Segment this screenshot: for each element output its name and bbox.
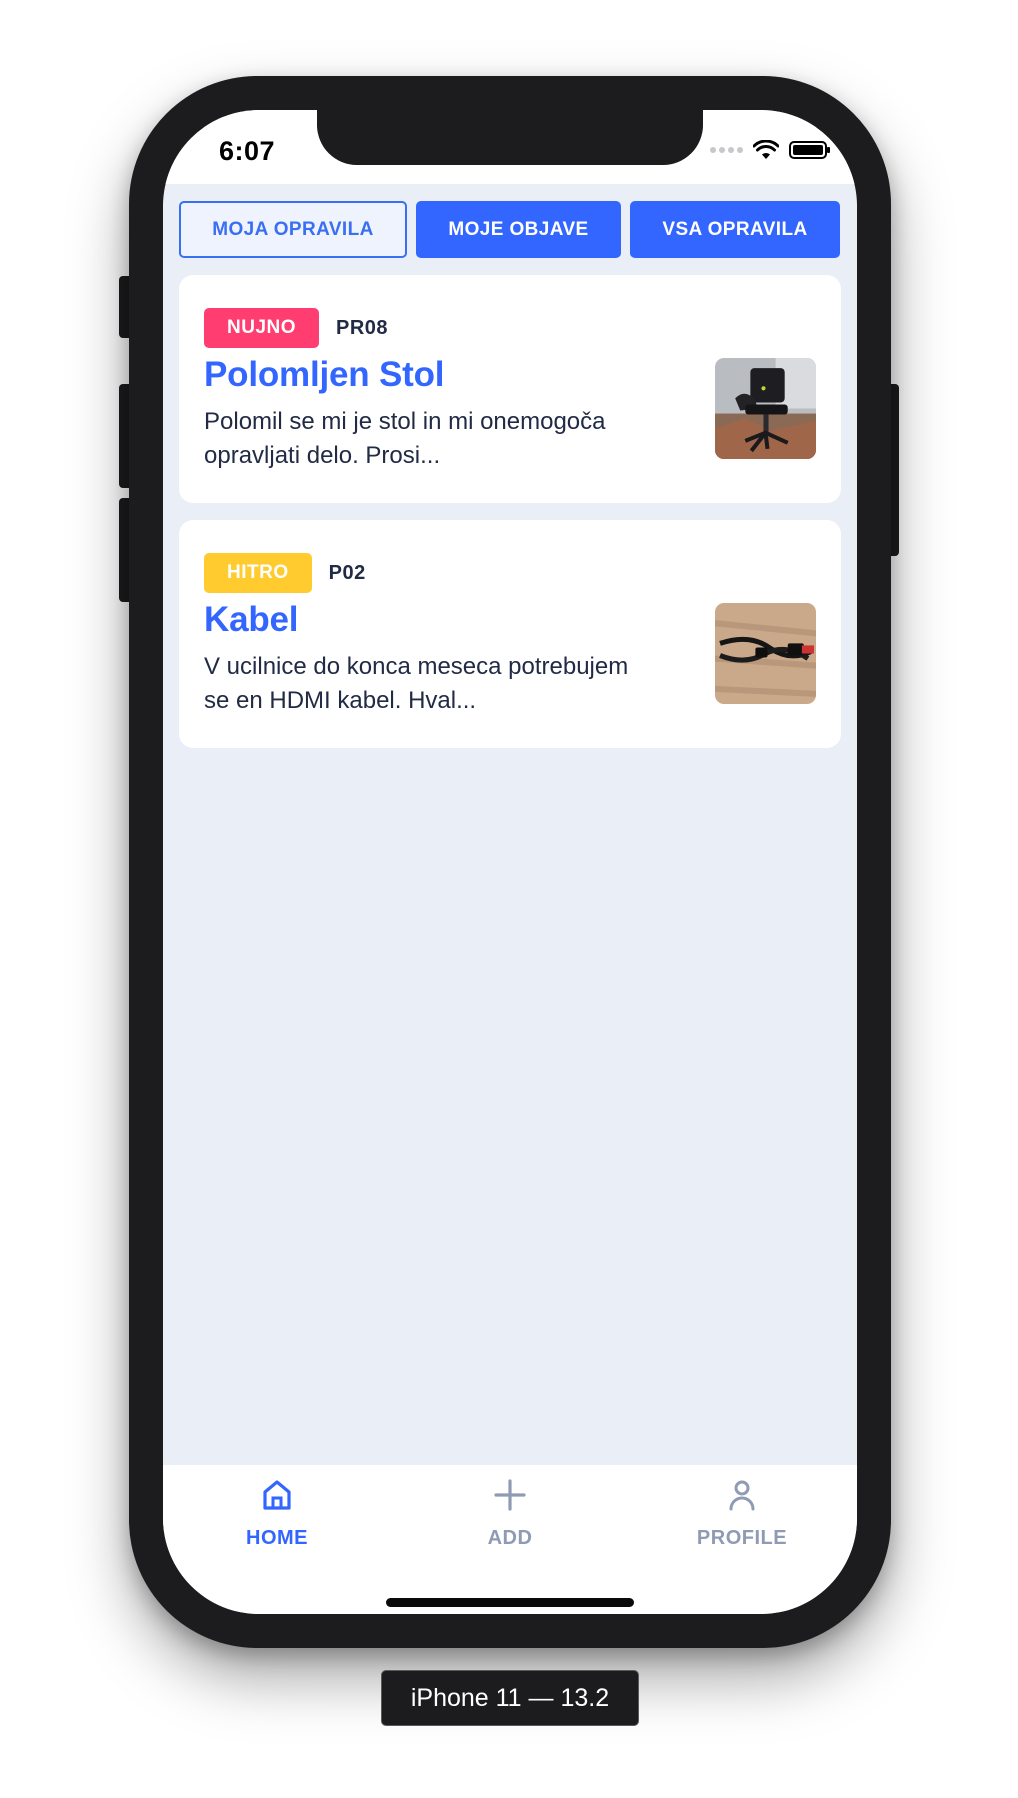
task-card[interactable]: NUJNO PR08 Polomljen Stol Polomil se mi … [179, 275, 841, 503]
battery-icon [789, 141, 830, 159]
task-title: Polomljen Stol [204, 355, 445, 394]
nav-add-label: ADD [487, 1527, 533, 1549]
plus-icon [494, 1479, 526, 1511]
wifi-icon [753, 140, 779, 159]
nav-profile-label: PROFILE [696, 1527, 788, 1549]
status-time: 6:07 [219, 136, 276, 166]
office-chair-photo [715, 358, 816, 459]
nav-home-label: HOME [246, 1527, 308, 1549]
cellular-signal-icon [710, 147, 743, 153]
task-code: PR08 [336, 316, 389, 339]
tab-all-tasks[interactable]: VSA OPRAVILA [630, 201, 840, 258]
tab-my-posts[interactable]: MOJE OBJAVE [416, 201, 621, 258]
notch [317, 110, 703, 165]
task-description: V ucilnice do konca meseca potrebujem se… [204, 653, 629, 714]
task-title: Kabel [204, 600, 299, 639]
status-icons [710, 140, 830, 160]
task-card[interactable]: HITRO P02 Kabel V ucilnice do konca mese… [179, 520, 841, 748]
task-code: P02 [328, 561, 366, 584]
task-filter-tabs: MOJA OPRAVILA MOJE OBJAVE VSA OPRAVILA [179, 201, 840, 258]
nav-profile[interactable]: PROFILE [662, 1475, 822, 1550]
bottom-navigation: HOME ADD PROFILE [163, 1465, 857, 1614]
hdmi-cable-photo [715, 603, 816, 704]
task-meta: NUJNO PR08 [204, 308, 388, 348]
app-screen: 6:07 MOJA OPRAVILA MOJE OBJAVE VSA OPRAV… [163, 110, 857, 1614]
priority-badge: NUJNO [204, 308, 320, 348]
task-meta: HITRO P02 [204, 553, 366, 593]
person-icon [729, 1480, 755, 1511]
tab-my-tasks[interactable]: MOJA OPRAVILA [179, 201, 407, 258]
task-description: Polomil se mi je stol in mi onemogoča op… [204, 408, 606, 469]
nav-home[interactable]: HOME [197, 1475, 357, 1550]
status-bar: 6:07 [163, 110, 857, 184]
device-label: iPhone 11 — 13.2 [381, 1670, 639, 1726]
priority-badge: HITRO [204, 553, 312, 593]
home-indicator[interactable] [386, 1598, 634, 1607]
nav-add[interactable]: ADD [430, 1475, 590, 1550]
home-icon [263, 1480, 291, 1510]
